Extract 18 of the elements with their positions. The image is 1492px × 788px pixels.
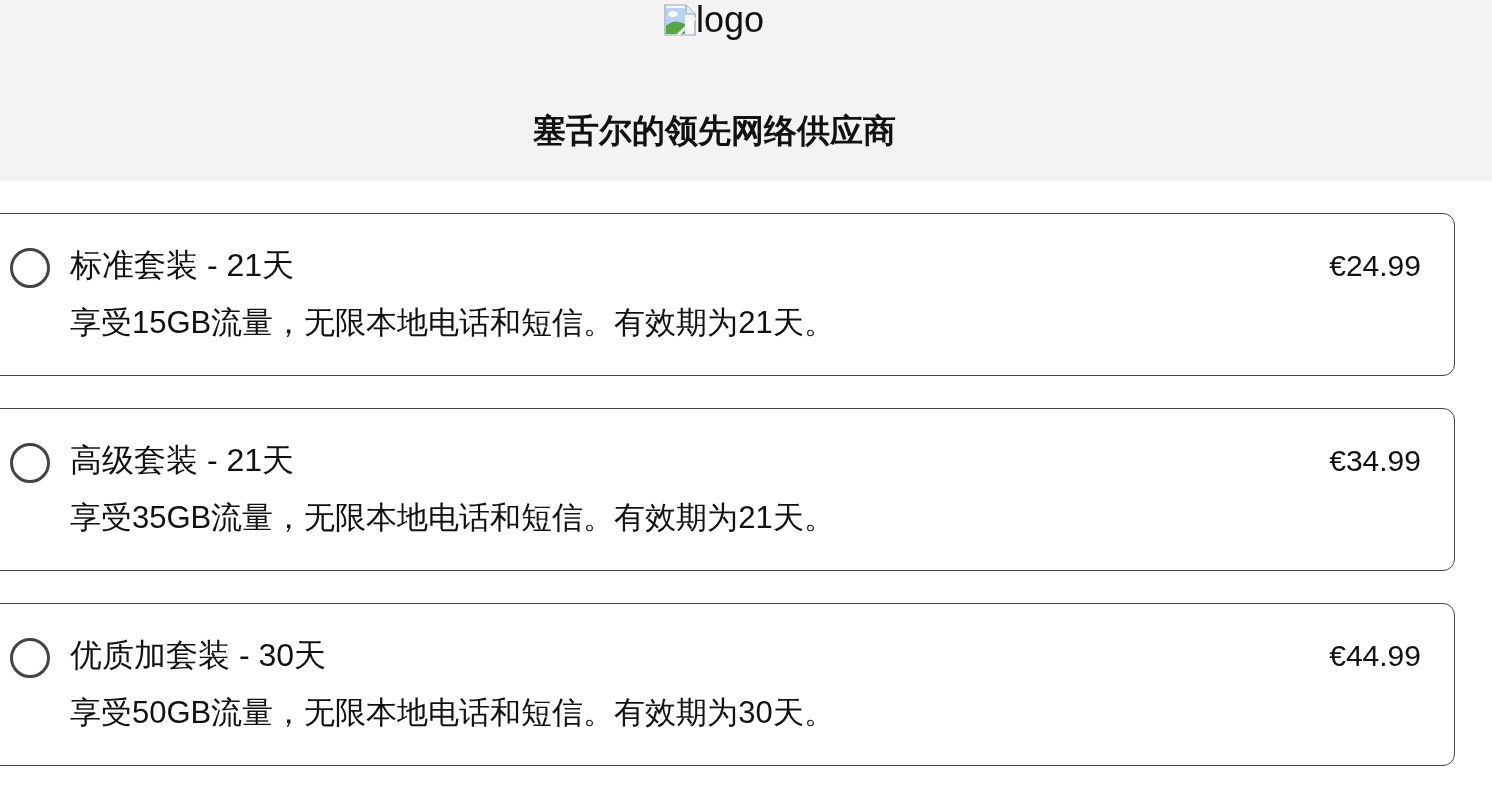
logo-alt-text: logo bbox=[695, 0, 765, 40]
plan-card[interactable]: 标准套装 - 21天 €24.99 享受15GB流量，无限本地电话和短信。有效期为21天。 bbox=[0, 213, 1455, 376]
plan-title: 标准套装 - 21天 bbox=[70, 246, 295, 285]
plan-card[interactable]: 优质加套装 - 30天 €44.99 享受50GB流量，无限本地电话和短信。有效期为30天。 bbox=[0, 603, 1455, 766]
plan-description: 享受15GB流量，无限本地电话和短信。有效期为21天。 bbox=[70, 304, 836, 342]
plan-description: 享受50GB流量，无限本地电话和短信。有效期为30天。 bbox=[70, 694, 836, 732]
plan-price: €44.99 bbox=[1329, 638, 1421, 674]
plan-card[interactable]: 高级套装 - 21天 €34.99 享受35GB流量，无限本地电话和短信。有效期为21天。 bbox=[0, 408, 1455, 571]
radio-button[interactable] bbox=[10, 443, 50, 483]
radio-button[interactable] bbox=[10, 248, 50, 288]
site-title: 塞舌尔的领先网络供应商 bbox=[532, 111, 896, 151]
radio-button[interactable] bbox=[10, 638, 50, 678]
broken-image-icon bbox=[663, 4, 696, 36]
plan-price: €24.99 bbox=[1329, 248, 1421, 284]
plan-title: 高级套装 - 21天 bbox=[70, 441, 295, 480]
plan-description: 享受35GB流量，无限本地电话和短信。有效期为21天。 bbox=[70, 499, 836, 537]
plan-title: 优质加套装 - 30天 bbox=[70, 636, 327, 675]
plan-price: €34.99 bbox=[1329, 443, 1421, 479]
